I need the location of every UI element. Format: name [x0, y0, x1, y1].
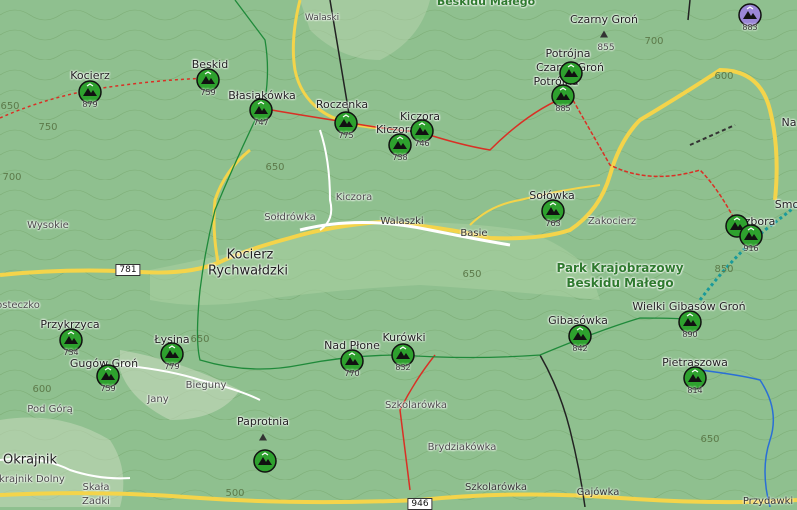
contour-label: 650 — [700, 434, 720, 445]
place-rychwaldzki-town: Rychwałdzki — [208, 263, 288, 279]
place-na: Na — [781, 116, 797, 129]
peak-viewpoint-icon[interactable]: 763 — [541, 199, 565, 228]
place-czarny-gron: Czarny Groń — [569, 13, 639, 26]
road-name-szkolarowka: Szkolarówka — [465, 482, 527, 493]
place-potrojna-top: Potrójna — [545, 47, 591, 60]
peak-viewpoint-icon[interactable] — [559, 61, 583, 85]
park-label-top: Beskidu Małego — [436, 0, 536, 8]
peak-viewpoint-icon[interactable]: 779 — [160, 342, 184, 371]
peak-viewpoint-icon[interactable]: 916 — [739, 224, 763, 253]
peak-elevation: 775 — [338, 131, 354, 140]
park-label-line1: Park Krajobrazowy — [556, 261, 684, 275]
contour-label: 700 — [2, 172, 22, 183]
peak-marker — [259, 433, 267, 441]
place-paprotnia: Paprotnia — [237, 415, 289, 428]
place-okrajnik-dolny: Okrajnik Dolny — [0, 474, 65, 485]
elev-czarny-gron: 855 — [597, 43, 615, 53]
contour-label: 650 — [462, 269, 482, 280]
contour-label: 650 — [190, 334, 210, 345]
place-zakocierz: Zakocierz — [587, 216, 637, 227]
place-szkolarowka: Szkolarówka — [385, 400, 447, 411]
road-shield-946: 946 — [407, 498, 433, 510]
place-bieguny: Bieguny — [185, 380, 227, 391]
peak-elevation: 734 — [63, 348, 79, 357]
peak-viewpoint-icon[interactable]: 842 — [568, 324, 592, 353]
road-name-walaszki: Walaszki — [380, 216, 424, 227]
contour-label: 650 — [265, 162, 285, 173]
contour-label: 600 — [714, 71, 734, 82]
road-shield-781: 781 — [115, 264, 141, 276]
peak-elevation: 770 — [344, 369, 360, 378]
peak-viewpoint-icon[interactable]: 885 — [551, 84, 575, 113]
peak-viewpoint-icon[interactable]: 770 — [340, 349, 364, 378]
peak-viewpoint-icon[interactable]: 775 — [334, 111, 358, 140]
peak-elevation: 759 — [200, 88, 216, 97]
place-wysokie: Wysokie — [27, 220, 69, 231]
peak-elevation: 738 — [392, 153, 408, 162]
peak-elevation: 779 — [164, 362, 180, 371]
peak-elevation: 890 — [682, 330, 698, 339]
peak-marker — [600, 30, 608, 38]
peak-elevation: 747 — [253, 118, 269, 127]
peak-viewpoint-icon-alt[interactable]: 883 — [738, 3, 762, 32]
peak-viewpoint-icon[interactable]: 734 — [59, 328, 83, 357]
place-zadki: Zadki — [82, 496, 110, 507]
peak-elevation: 832 — [395, 363, 411, 372]
place-kocierz-town: Kocierz — [226, 247, 274, 263]
place-kiczora-village: Kiczora — [335, 192, 373, 203]
place-pod-gora: Pod Górą — [27, 404, 73, 415]
place-roczenka: Roczenka — [315, 98, 369, 111]
contour-label: 850 — [714, 264, 734, 275]
peak-viewpoint-icon[interactable]: 832 — [391, 343, 415, 372]
peak-viewpoint-icon[interactable]: 890 — [678, 310, 702, 339]
peak-elevation: 759 — [100, 384, 116, 393]
peak-viewpoint-icon[interactable]: 759 — [96, 364, 120, 393]
peak-elevation: 883 — [742, 23, 758, 32]
peak-viewpoint-icon[interactable]: 746 — [410, 119, 434, 148]
place-skala: Skała — [82, 482, 110, 493]
place-osteczko: osteczko — [0, 300, 40, 311]
peak-viewpoint-icon[interactable]: 814 — [683, 366, 707, 395]
peak-viewpoint-icon[interactable]: 747 — [249, 98, 273, 127]
peak-elevation: 916 — [743, 244, 759, 253]
contour-label: 500 — [225, 488, 245, 499]
contour-label: 700 — [644, 36, 664, 47]
place-brydziakowka: Brydziakówka — [427, 442, 497, 453]
place-okrajnik: Okrajnik — [2, 452, 58, 468]
place-soldrowka: Sołdrówka — [264, 212, 316, 223]
peak-viewpoint-icon[interactable]: 759 — [196, 68, 220, 97]
road-name-gajowka: Gajówka — [576, 487, 620, 498]
road-name-basie: Basie — [460, 228, 488, 239]
peak-elevation: 746 — [414, 139, 430, 148]
park-label-line2: Beskidu Małego — [566, 276, 674, 290]
road-name-przydawki: Przydawki — [742, 496, 794, 507]
place-smo: Smo — [774, 198, 797, 211]
place-walaski: Walaski — [304, 13, 340, 23]
peak-elevation: 842 — [572, 344, 588, 353]
contour-label: 650 — [0, 101, 20, 112]
contour-label: 600 — [32, 384, 52, 395]
peak-viewpoint-icon[interactable]: 879 — [78, 80, 102, 109]
peak-viewpoint-icon[interactable] — [253, 449, 277, 473]
peak-elevation: 814 — [687, 386, 703, 395]
place-jany: Jany — [147, 394, 169, 405]
contour-label: 750 — [38, 122, 58, 133]
peak-elevation: 885 — [555, 104, 571, 113]
peak-viewpoint-icon[interactable]: 738 — [388, 133, 412, 162]
peak-elevation: 879 — [82, 100, 98, 109]
map-canvas[interactable] — [0, 0, 797, 507]
peak-elevation: 763 — [545, 219, 561, 228]
